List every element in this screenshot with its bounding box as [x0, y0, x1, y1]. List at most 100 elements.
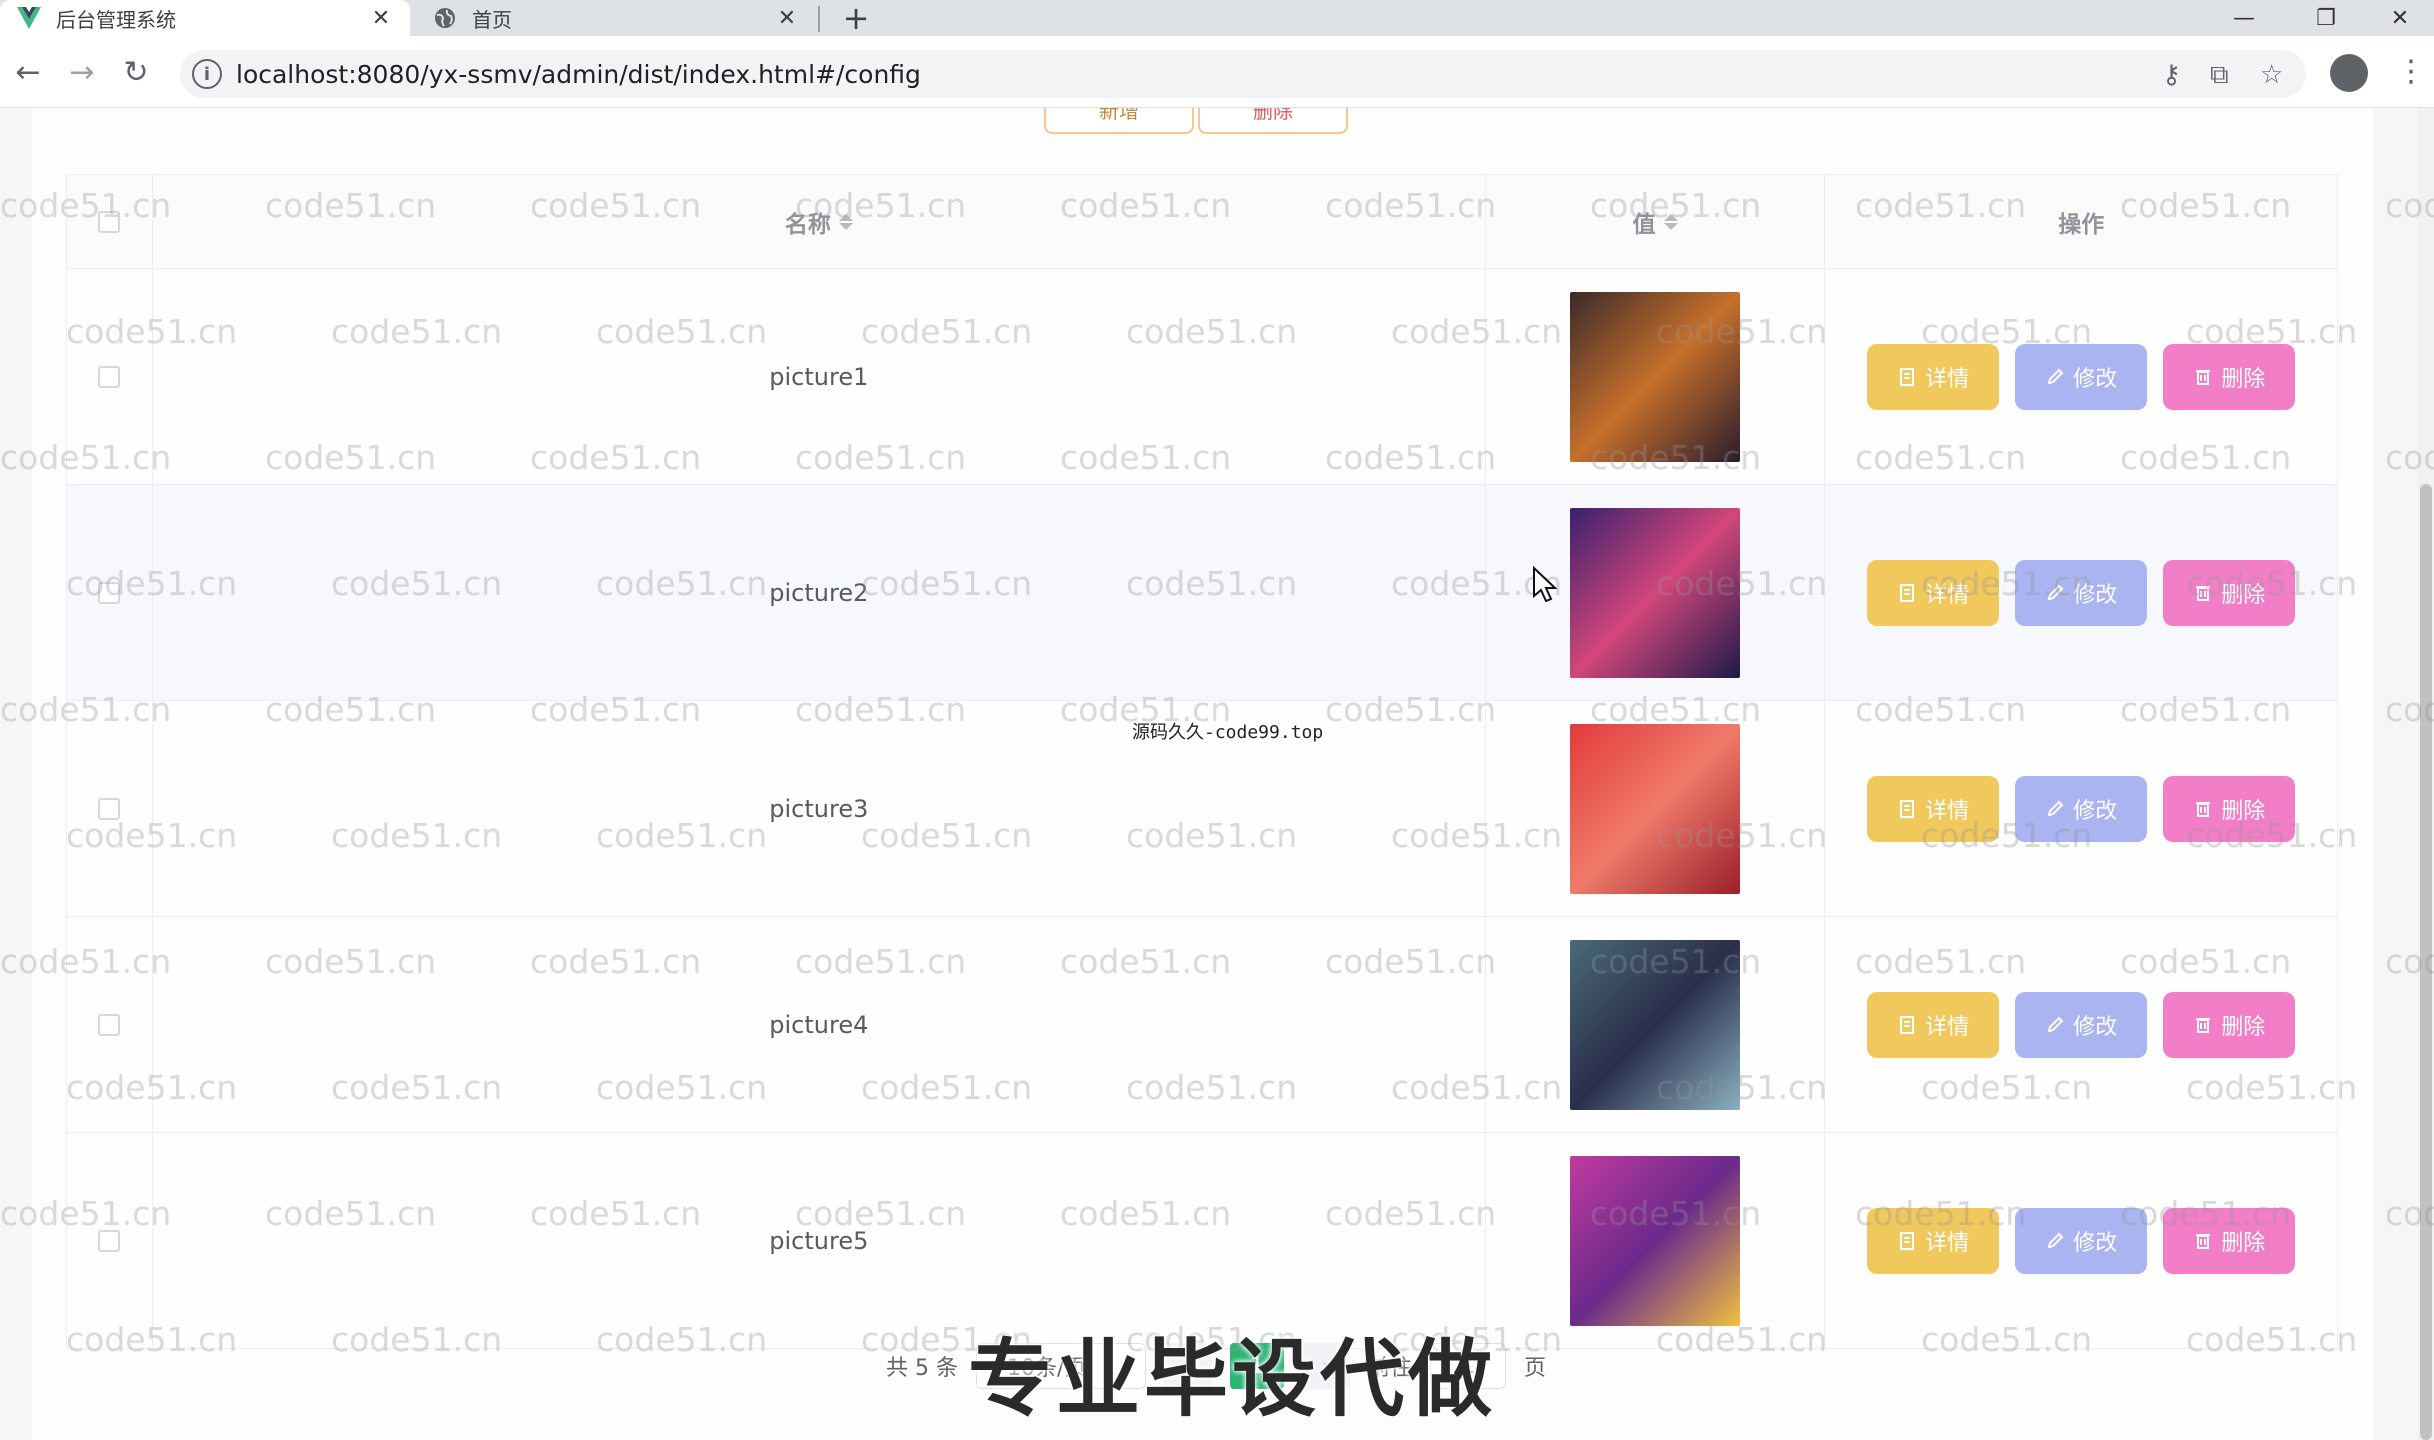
table-toolbar: 新增 删除: [1044, 108, 1348, 134]
sort-caret-icon[interactable]: [1663, 213, 1678, 230]
row-ops-cell: 详情 修改 删除: [1825, 485, 2337, 700]
forward-icon[interactable]: →: [62, 52, 102, 92]
translate-icon[interactable]: ⧉: [2210, 60, 2229, 91]
edit-button[interactable]: 修改: [2015, 343, 2148, 410]
scrollbar-thumb[interactable]: [2420, 484, 2432, 1440]
row-name: picture5: [769, 1226, 869, 1255]
row-ops-cell: 详情 修改 删除: [1825, 1133, 2337, 1348]
row-select-cell: [67, 1133, 153, 1348]
config-table: 名称 值 操作 picture1 详情 修改 删除 picture2 详情 修改 删除 pict…: [66, 174, 2338, 1349]
select-all-checkbox[interactable]: [98, 210, 121, 233]
row-value-cell: [1486, 701, 1826, 916]
reload-icon[interactable]: ↻: [116, 52, 156, 92]
document-icon: [1900, 367, 1915, 386]
minimize-icon[interactable]: —: [2216, 0, 2272, 36]
delete-button[interactable]: 删除: [2163, 991, 2296, 1058]
browser-tab-bar: 后台管理系统 ✕ 首页 ✕ + — ❐ ✕: [0, 0, 2434, 37]
row-name-cell: picture2: [153, 485, 1486, 700]
delete-button[interactable]: 删除: [2163, 343, 2296, 410]
batch-delete-button[interactable]: 删除: [1198, 108, 1348, 134]
url-text: localhost:8080/yx-ssmv/admin/dist/index.…: [236, 59, 921, 89]
trash-icon: [2196, 585, 2211, 601]
browser-toolbar: ← → ↻ i localhost:8080/yx-ssmv/admin/dis…: [0, 36, 2434, 108]
pencil-icon: [2047, 1016, 2064, 1032]
delete-button-label: 删除: [2221, 798, 2266, 824]
profile-avatar-icon[interactable]: [2330, 54, 2368, 92]
row-checkbox[interactable]: [98, 581, 121, 604]
site-info-icon[interactable]: i: [192, 59, 222, 89]
document-icon: [1900, 583, 1915, 602]
row-name: picture3: [769, 794, 869, 823]
edit-button[interactable]: 修改: [2015, 775, 2148, 842]
edit-button[interactable]: 修改: [2015, 559, 2148, 626]
new-tab-button[interactable]: +: [838, 0, 874, 37]
key-icon[interactable]: ⚷: [2162, 60, 2181, 90]
header-ops-cell: 操作: [1825, 175, 2337, 268]
edit-button[interactable]: 修改: [2015, 991, 2148, 1058]
trash-icon: [2196, 1233, 2211, 1249]
tab-home[interactable]: 首页 ✕: [416, 0, 816, 36]
row-select-cell: [67, 701, 153, 916]
add-button[interactable]: 新增: [1044, 108, 1194, 134]
document-icon: [1900, 799, 1915, 818]
row-checkbox[interactable]: [98, 365, 121, 388]
row-thumbnail-image[interactable]: [1570, 1155, 1741, 1326]
trash-icon: [2196, 1017, 2211, 1033]
back-icon[interactable]: ←: [8, 52, 48, 92]
edit-button[interactable]: 修改: [2015, 1207, 2148, 1274]
browser-menu-icon[interactable]: ⋮: [2396, 54, 2426, 90]
delete-button-label: 删除: [2221, 582, 2266, 608]
tab-title: 后台管理系统: [56, 7, 176, 32]
bookmark-star-icon[interactable]: ☆: [2260, 60, 2283, 90]
window-close-icon[interactable]: ✕: [2372, 0, 2428, 36]
detail-button[interactable]: 详情: [1867, 1207, 2000, 1274]
edit-button-label: 修改: [2073, 1230, 2118, 1256]
header-name-cell[interactable]: 名称: [153, 175, 1486, 268]
table-row: picture2 详情 修改 删除: [67, 485, 2337, 701]
row-name: picture2: [769, 578, 869, 607]
sort-caret-icon[interactable]: [838, 213, 853, 230]
row-thumbnail-image[interactable]: [1570, 723, 1741, 894]
pencil-icon: [2047, 584, 2064, 600]
detail-button[interactable]: 详情: [1867, 775, 2000, 842]
goto-suffix: 页: [1524, 1356, 1547, 1381]
tab-close-icon[interactable]: ✕: [774, 6, 800, 31]
address-bar[interactable]: i localhost:8080/yx-ssmv/admin/dist/inde…: [180, 50, 2306, 98]
delete-button[interactable]: 删除: [2163, 1207, 2296, 1274]
tab-admin[interactable]: 后台管理系统 ✕: [0, 0, 410, 36]
header-value-cell[interactable]: 值: [1486, 175, 1826, 268]
delete-button-label: 删除: [2221, 1230, 2266, 1256]
row-ops-cell: 详情 修改 删除: [1825, 917, 2337, 1132]
row-ops-cell: 详情 修改 删除: [1825, 269, 2337, 484]
detail-button-label: 详情: [1925, 1014, 1970, 1040]
tab-separator: [818, 6, 820, 32]
row-thumbnail-image[interactable]: [1570, 507, 1741, 678]
edit-button-label: 修改: [2073, 582, 2118, 608]
detail-button[interactable]: 详情: [1867, 559, 2000, 626]
row-ops-cell: 详情 修改 删除: [1825, 701, 2337, 916]
column-header-name: 名称: [784, 211, 831, 238]
tab-close-icon[interactable]: ✕: [368, 6, 394, 31]
row-name-cell: picture4: [153, 917, 1486, 1132]
detail-button[interactable]: 详情: [1867, 343, 2000, 410]
document-icon: [1900, 1231, 1915, 1250]
delete-button[interactable]: 删除: [2163, 775, 2296, 842]
restore-icon[interactable]: ❐: [2298, 0, 2354, 36]
edit-button-label: 修改: [2073, 366, 2118, 392]
edit-button-label: 修改: [2073, 798, 2118, 824]
row-checkbox[interactable]: [98, 1013, 121, 1036]
mouse-cursor-icon: [1532, 565, 1558, 608]
promo-overlay-text: 专业毕设代做: [968, 1330, 1497, 1428]
table-header: 名称 值 操作: [67, 175, 2337, 269]
row-thumbnail-image[interactable]: [1570, 939, 1741, 1110]
row-checkbox[interactable]: [98, 1229, 121, 1252]
row-select-cell: [67, 917, 153, 1132]
detail-button[interactable]: 详情: [1867, 991, 2000, 1058]
pencil-icon: [2047, 800, 2064, 816]
row-checkbox[interactable]: [98, 797, 121, 820]
delete-button[interactable]: 删除: [2163, 559, 2296, 626]
detail-button-label: 详情: [1925, 582, 1970, 608]
row-thumbnail-image[interactable]: [1570, 291, 1741, 462]
tab-title: 首页: [472, 7, 512, 32]
header-select-cell: [67, 175, 153, 268]
